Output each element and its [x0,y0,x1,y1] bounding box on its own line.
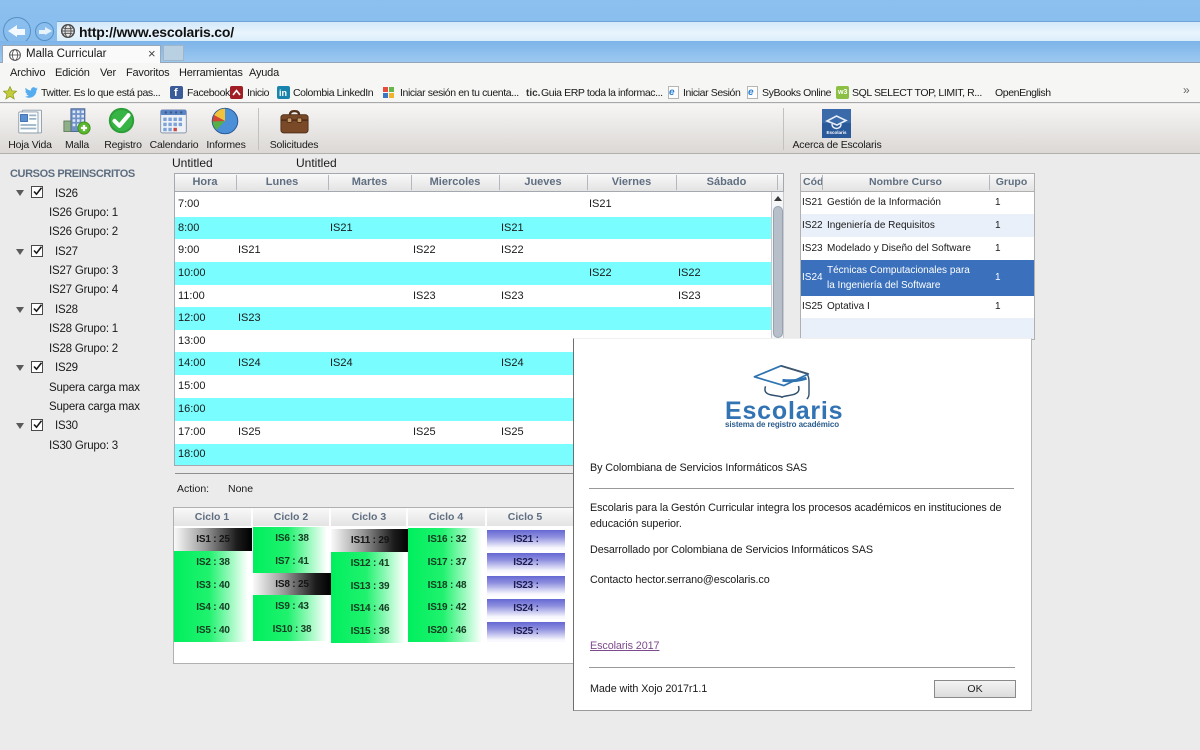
svg-text:Escolaris: Escolaris [826,130,847,135]
